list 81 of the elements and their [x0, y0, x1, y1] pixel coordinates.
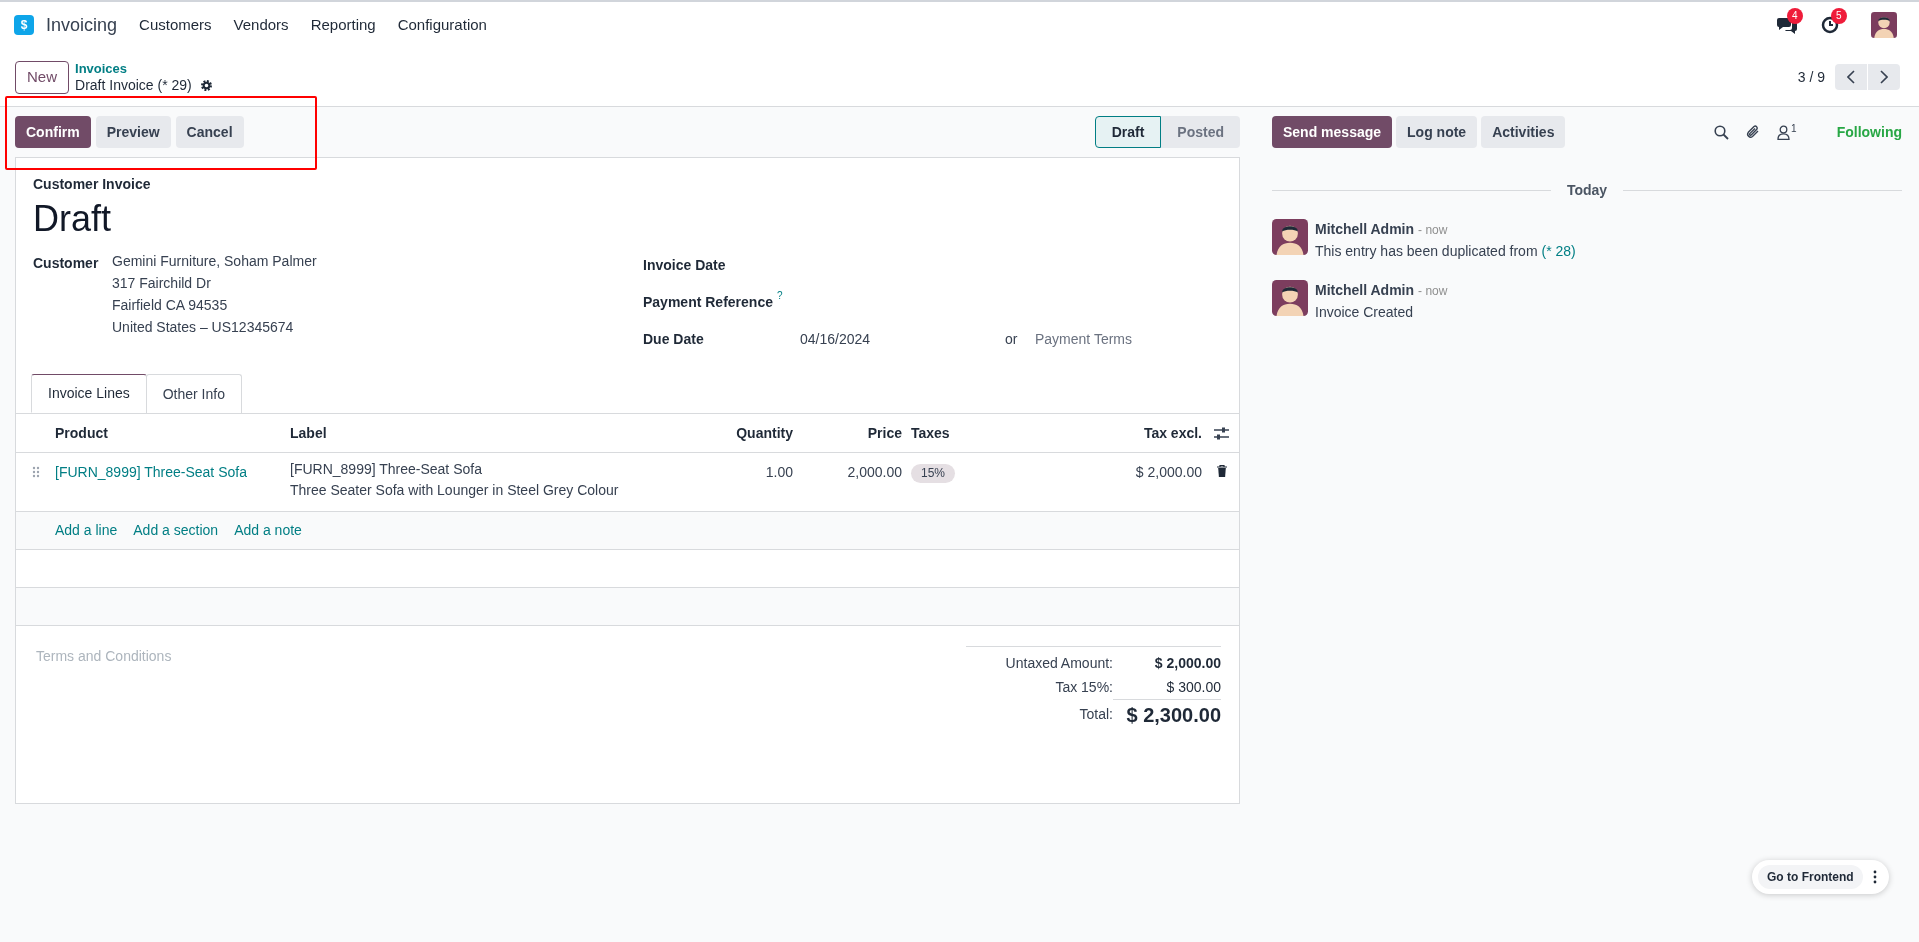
- tab[interactable]: Invoice Lines: [31, 374, 147, 413]
- chatter-button[interactable]: Send message: [1272, 116, 1393, 148]
- action-button[interactable]: Cancel: [175, 116, 244, 148]
- menu-item[interactable]: Customers: [139, 13, 212, 37]
- line-label: [FURN_8999] Three-Seat Sofa: [290, 460, 483, 479]
- previous-button[interactable]: [1835, 64, 1867, 90]
- document-type: Customer Invoice: [33, 175, 152, 194]
- chatter-button[interactable]: Activities: [1481, 116, 1566, 148]
- tab[interactable]: Other Info: [145, 374, 242, 413]
- date-separator: Today: [1566, 181, 1608, 200]
- total-value: $ 2,000.00: [1153, 653, 1221, 673]
- table-cell: 2,000.00: [847, 464, 902, 480]
- record-title: Draft Invoice (* 29): [75, 77, 192, 94]
- total-label: Tax 15%:: [1054, 677, 1113, 697]
- chevron-right-icon: [1880, 70, 1888, 84]
- add-link[interactable]: Add a section: [133, 520, 219, 541]
- drag-handle-icon[interactable]: [31, 466, 40, 478]
- field-label: Due Date: [643, 330, 704, 349]
- column-header[interactable]: Product: [55, 424, 108, 441]
- action-button[interactable]: Preview: [95, 116, 171, 148]
- menu-item[interactable]: Vendors: [233, 13, 289, 37]
- or-label: or: [1005, 330, 1019, 349]
- table-cell: 1.00: [765, 464, 793, 480]
- add-link[interactable]: Add a note: [234, 520, 302, 541]
- trash-icon[interactable]: [1216, 465, 1227, 477]
- input-field[interactable]: 04/16/2024: [800, 329, 1000, 350]
- settings-icon[interactable]: [199, 79, 213, 92]
- terms-field[interactable]: Terms and Conditions: [36, 646, 936, 686]
- add-link[interactable]: Add a line: [55, 520, 118, 541]
- next-button[interactable]: [1868, 64, 1900, 90]
- line-label: Three Seater Sofa with Lounger in Steel Grey Colour: [290, 481, 620, 500]
- search-icon[interactable]: [1714, 124, 1730, 140]
- column-header[interactable]: Tax excl.: [1143, 424, 1202, 441]
- message-body: This entry has been duplicated from (* 28): [1315, 242, 1576, 261]
- address-line: United States – US12345674: [112, 318, 295, 337]
- message-author[interactable]: Mitchell Admin: [1315, 219, 1415, 240]
- sliders-icon[interactable]: [1214, 426, 1229, 440]
- menu-item[interactable]: Configuration: [397, 13, 487, 37]
- avatar-icon: [1871, 12, 1897, 38]
- total-value: $ 2,300.00: [1113, 698, 1221, 730]
- chatter-button[interactable]: Log note: [1396, 116, 1478, 148]
- message-time: - now: [1418, 283, 1448, 300]
- tax-tag: 15%: [911, 464, 956, 483]
- notification-badge: 4: [1787, 8, 1803, 24]
- status-step[interactable]: Posted: [1161, 116, 1240, 148]
- address-line: 317 Fairchild Dr: [112, 274, 212, 293]
- go-to-frontend-button[interactable]: Go to Frontend: [1758, 865, 1863, 889]
- table-cell: $ 2,000.00: [1135, 464, 1202, 480]
- breadcrumb-link[interactable]: Invoices: [75, 60, 213, 77]
- product-link[interactable]: [FURN_8999] Three-Seat Sofa: [55, 464, 247, 480]
- pager-value: 3 / 9: [1797, 67, 1825, 87]
- status-step[interactable]: Draft: [1094, 116, 1162, 148]
- message-time: - now: [1418, 222, 1448, 239]
- app-name[interactable]: Invoicing: [46, 11, 118, 39]
- field-label: Customer: [33, 254, 100, 273]
- action-button[interactable]: Confirm: [15, 116, 91, 148]
- message-author[interactable]: Mitchell Admin: [1315, 280, 1415, 301]
- input-field[interactable]: Payment Terms: [1035, 329, 1185, 350]
- avatar-icon: [1272, 280, 1308, 316]
- notification-badge: 5: [1831, 8, 1847, 24]
- total-label: Untaxed Amount:: [1004, 653, 1113, 673]
- help-tooltip[interactable]: ?: [776, 290, 783, 302]
- document-title: Draft: [33, 197, 112, 241]
- record-link[interactable]: (* 28): [1541, 243, 1576, 259]
- column-header[interactable]: Quantity: [736, 424, 793, 441]
- new-button[interactable]: New: [15, 60, 69, 94]
- field-label: Invoice Date: [643, 256, 726, 275]
- total-value: $ 300.00: [1165, 677, 1221, 697]
- menu-item[interactable]: Reporting: [310, 13, 376, 37]
- customer-name[interactable]: Gemini Furniture, Soham Palmer: [112, 250, 317, 272]
- total-label: Total:: [1078, 704, 1113, 724]
- chevron-left-icon: [1847, 70, 1855, 84]
- avatar-icon: [1272, 219, 1308, 255]
- field-label: Payment Reference: [643, 293, 773, 312]
- column-header[interactable]: Price: [867, 424, 902, 441]
- message-body: Invoice Created: [1315, 303, 1415, 322]
- person-icon[interactable]: [1777, 124, 1791, 140]
- column-header[interactable]: Taxes: [911, 424, 950, 441]
- address-line: Fairfield CA 94535: [112, 296, 229, 315]
- followers-count: 1: [1791, 121, 1797, 136]
- column-header[interactable]: Label: [290, 424, 327, 441]
